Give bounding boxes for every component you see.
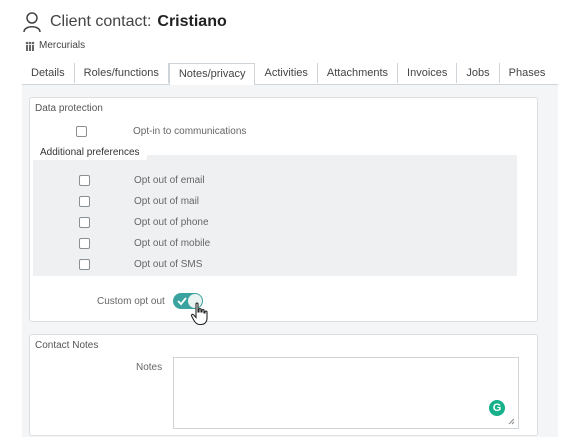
opt-out-mail-label: Opt out of mail xyxy=(134,196,200,207)
opt-out-mobile-checkbox[interactable] xyxy=(79,238,90,249)
tab-activities[interactable]: Activities xyxy=(255,63,318,83)
additional-preferences-section: Additional preferences xyxy=(33,145,517,276)
tab-details[interactable]: Details xyxy=(22,63,75,83)
opt-out-sms-checkbox[interactable] xyxy=(79,259,90,270)
page-title-label: Client contact: xyxy=(50,13,152,30)
notes-textarea[interactable] xyxy=(173,357,519,429)
organization-icon xyxy=(25,41,35,51)
custom-opt-out-label: Custom opt out xyxy=(97,296,165,307)
tab-invoices[interactable]: Invoices xyxy=(398,63,458,83)
hand-cursor-icon xyxy=(190,302,208,326)
page-header: Client contact: Cristiano Mercurials xyxy=(22,8,227,51)
optin-checkbox[interactable] xyxy=(76,126,87,137)
opt-out-mobile-label: Opt out of mobile xyxy=(134,238,211,249)
opt-out-mail-row xyxy=(79,196,90,207)
person-icon xyxy=(23,12,41,33)
tab-bar: Details Roles/functions Notes/privacy Ac… xyxy=(22,63,558,86)
tab-roles-functions[interactable]: Roles/functions xyxy=(75,63,169,83)
optin-row xyxy=(76,126,87,137)
contact-name: Cristiano xyxy=(157,13,227,30)
opt-out-email-row xyxy=(79,175,90,186)
data-protection-legend: Data protection xyxy=(35,103,103,114)
tab-notes-privacy[interactable]: Notes/privacy xyxy=(168,63,256,86)
organization-link[interactable]: Mercurials xyxy=(39,40,85,51)
opt-out-sms-row xyxy=(79,259,90,270)
opt-out-phone-label: Opt out of phone xyxy=(134,217,209,228)
opt-out-phone-checkbox[interactable] xyxy=(79,217,90,228)
grammarly-icon[interactable]: G xyxy=(489,400,505,416)
opt-out-mobile-row xyxy=(79,238,90,249)
tab-jobs[interactable]: Jobs xyxy=(457,63,500,83)
notes-label: Notes xyxy=(136,362,163,373)
optin-label: Opt-in to communications xyxy=(133,126,247,137)
resize-handle-icon[interactable] xyxy=(508,418,515,425)
opt-out-email-label: Opt out of email xyxy=(134,175,205,186)
opt-out-phone-row xyxy=(79,217,90,228)
tab-phases[interactable]: Phases xyxy=(500,63,555,83)
additional-preferences-legend: Additional preferences xyxy=(33,145,147,160)
opt-out-mail-checkbox[interactable] xyxy=(79,196,90,207)
opt-out-sms-label: Opt out of SMS xyxy=(134,259,203,270)
contact-notes-legend: Contact Notes xyxy=(35,340,99,351)
opt-out-email-checkbox[interactable] xyxy=(79,175,90,186)
tab-attachments[interactable]: Attachments xyxy=(318,63,399,83)
check-icon xyxy=(177,297,187,306)
